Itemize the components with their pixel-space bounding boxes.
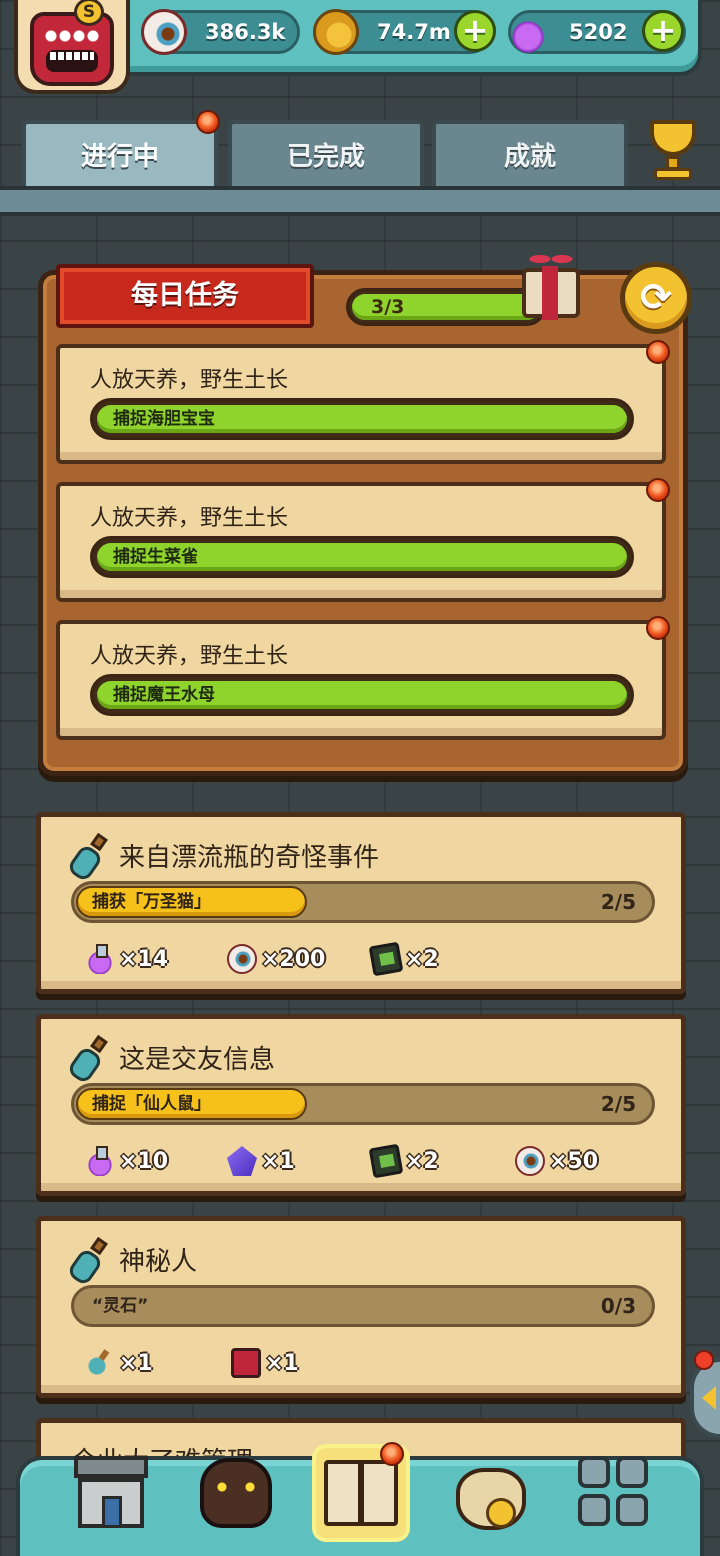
eyeball-icon — [227, 944, 257, 974]
card-icon — [368, 1143, 404, 1179]
crystal-icon — [227, 1146, 257, 1176]
daily-quest-item[interactable]: 人放天养，野生土长 捕捉生菜雀 — [56, 482, 666, 602]
event-count: 0/3 — [600, 1294, 636, 1318]
quest-task-label: 捕捉魔王水母 — [113, 685, 215, 705]
tab-notification-dot — [196, 110, 220, 134]
daily-progress-bar: 3/3 — [346, 288, 546, 326]
trophy-icon[interactable] — [640, 116, 706, 184]
reward-item: ×2 — [368, 941, 439, 977]
nav-money-bag[interactable] — [446, 1448, 536, 1538]
reward-item: ×14 — [85, 941, 168, 977]
add-coins-button[interactable]: + — [454, 10, 496, 52]
reward-item: ×1 — [85, 1345, 153, 1381]
reward-item: ×1 — [231, 1345, 299, 1381]
side-notification-dot — [694, 1350, 714, 1370]
daily-quest-item[interactable]: 人放天养，野生土长 捕捉海胆宝宝 — [56, 344, 666, 464]
event-task-label: 捕捉「仙人鼠」 — [92, 1094, 211, 1114]
nav-monster[interactable] — [192, 1448, 282, 1538]
event-card[interactable]: 这是交友信息 捕捉「仙人鼠」 2/5 ×10 ×1 ×2 ×50 — [36, 1014, 686, 1196]
event-title: 神秘人 — [119, 1247, 198, 1277]
nav-menu-grid[interactable] — [570, 1448, 660, 1538]
player-avatar[interactable]: S — [14, 0, 130, 94]
refresh-button[interactable]: ⟳ — [620, 262, 692, 334]
reward-item: ×50 — [515, 1143, 598, 1179]
reward-item: ×200 — [227, 941, 325, 977]
event-task-label: 捕获「万圣猫」 — [92, 892, 211, 912]
tab-achievements[interactable]: 成就 — [432, 120, 628, 190]
reward-item: ×10 — [85, 1143, 168, 1179]
event-title: 这是交友信息 — [119, 1045, 276, 1075]
potion-value: 5202 — [569, 20, 628, 44]
tab-rail — [0, 186, 720, 216]
quest-title: 人放天养，野生土长 — [90, 644, 289, 669]
quest-title: 人放天养，野生土长 — [90, 506, 289, 531]
quest-notification-dot — [646, 478, 670, 502]
coin-icon — [313, 9, 359, 55]
chevron-left-icon — [702, 1386, 716, 1410]
eyeball-icon — [141, 9, 187, 55]
quest-notification-dot — [646, 340, 670, 364]
quest-notification-dot — [646, 616, 670, 640]
event-card[interactable]: 来自漂流瓶的奇怪事件 捕获「万圣猫」 2/5 ×14 ×200 ×2 — [36, 812, 686, 994]
potion-icon — [85, 944, 115, 974]
tab-completed[interactable]: 已完成 — [228, 120, 424, 190]
daily-progress-text: 3/3 — [371, 296, 405, 318]
gift-box-icon[interactable] — [518, 244, 584, 320]
bottle-icon — [85, 1348, 115, 1378]
nav-notification-dot — [380, 1442, 404, 1466]
eyeball-icon — [515, 1146, 545, 1176]
potion-icon — [505, 9, 551, 55]
reward-item: ×2 — [368, 1143, 439, 1179]
daily-quest-item[interactable]: 人放天养，野生土长 捕捉魔王水母 — [56, 620, 666, 740]
event-progress-bar: 捕获「万圣猫」 2/5 — [71, 881, 655, 923]
event-title: 来自漂流瓶的奇怪事件 — [119, 843, 380, 873]
event-task-label: “灵石” — [92, 1296, 149, 1316]
quest-progress-bar: 捕捉海胆宝宝 — [90, 398, 634, 440]
event-count: 2/5 — [600, 1092, 636, 1116]
side-drawer-tab[interactable] — [690, 1358, 720, 1438]
monster-avatar-icon — [30, 12, 114, 86]
quest-progress-bar: 捕捉生菜雀 — [90, 536, 634, 578]
card-icon — [368, 941, 404, 977]
event-progress-bar: “灵石” 0/3 — [71, 1285, 655, 1327]
quest-title: 人放天养，野生土长 — [90, 368, 289, 393]
quest-progress-bar: 捕捉魔王水母 — [90, 674, 634, 716]
jar-icon — [231, 1348, 261, 1378]
quest-task-label: 捕捉海胆宝宝 — [113, 409, 215, 429]
eyeball-value: 386.3k — [205, 20, 286, 44]
tab-in-progress[interactable]: 进行中 — [22, 120, 218, 194]
quest-task-label: 捕捉生菜雀 — [113, 547, 198, 567]
message-bottle-icon — [65, 1034, 113, 1085]
potion-icon — [85, 1146, 115, 1176]
nav-shop[interactable] — [68, 1448, 158, 1538]
coin-value: 74.7m — [377, 20, 451, 44]
reward-item: ×1 — [227, 1143, 295, 1179]
event-card[interactable]: 神秘人 “灵石” 0/3 ×1 ×1 — [36, 1216, 686, 1398]
event-count: 2/5 — [600, 890, 636, 914]
eyeball-counter: 386.3k — [141, 9, 300, 55]
message-bottle-icon — [65, 832, 113, 883]
daily-task-title: 每日任务 — [56, 264, 314, 328]
message-bottle-icon — [65, 1236, 113, 1287]
event-progress-bar: 捕捉「仙人鼠」 2/5 — [71, 1083, 655, 1125]
add-potions-button[interactable]: + — [642, 10, 684, 52]
